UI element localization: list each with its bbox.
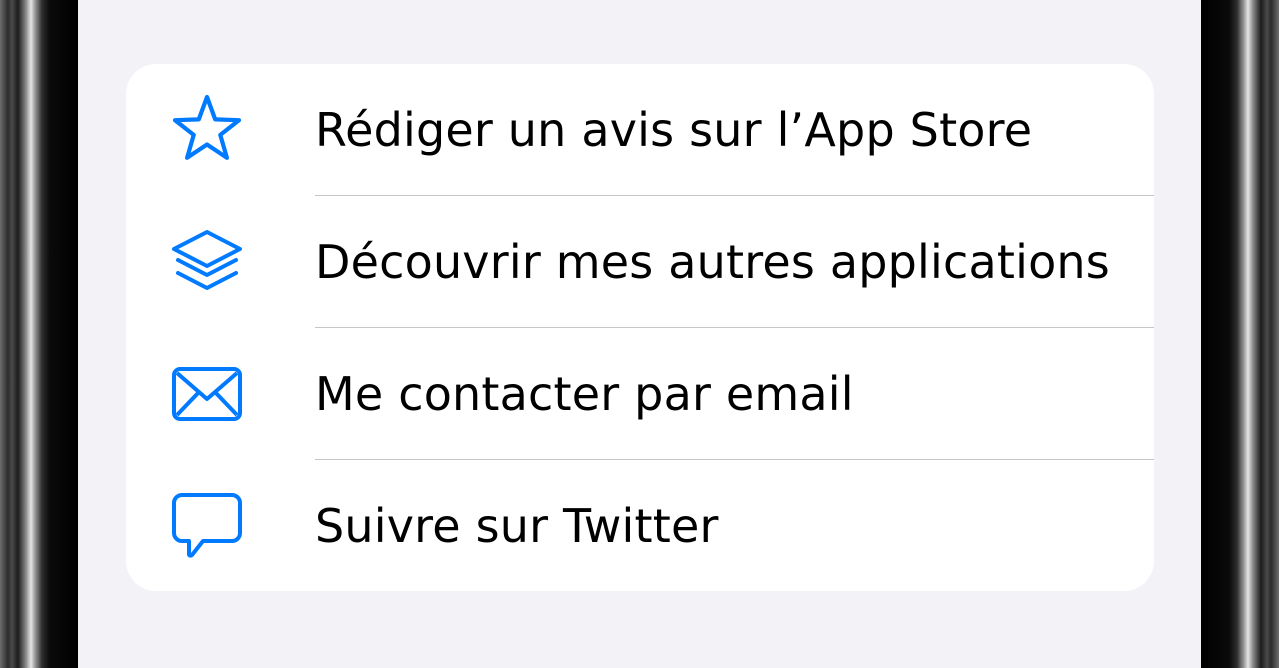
other-apps-row[interactable]: Découvrir mes autres applications xyxy=(126,196,1154,328)
star-icon xyxy=(170,93,244,167)
contact-email-row[interactable]: Me contacter par email xyxy=(126,328,1154,460)
device-bezel-right xyxy=(1201,0,1279,668)
review-app-store-label: Rédiger un avis sur l’App Store xyxy=(315,103,1033,157)
other-apps-label: Découvrir mes autres applications xyxy=(315,235,1110,289)
screen: Rédiger un avis sur l’App Store Découvri… xyxy=(78,0,1201,668)
envelope-icon xyxy=(170,357,244,431)
review-app-store-row[interactable]: Rédiger un avis sur l’App Store xyxy=(126,64,1154,196)
contact-email-label: Me contacter par email xyxy=(315,367,854,421)
follow-twitter-row[interactable]: Suivre sur Twitter xyxy=(126,460,1154,591)
device-frame: Rédiger un avis sur l’App Store Découvri… xyxy=(0,0,1279,668)
speech-bubble-icon xyxy=(170,489,244,563)
layers-icon xyxy=(170,225,244,299)
follow-twitter-label: Suivre sur Twitter xyxy=(315,499,719,553)
action-list-card: Rédiger un avis sur l’App Store Découvri… xyxy=(126,64,1154,591)
device-bezel-left xyxy=(0,0,78,668)
